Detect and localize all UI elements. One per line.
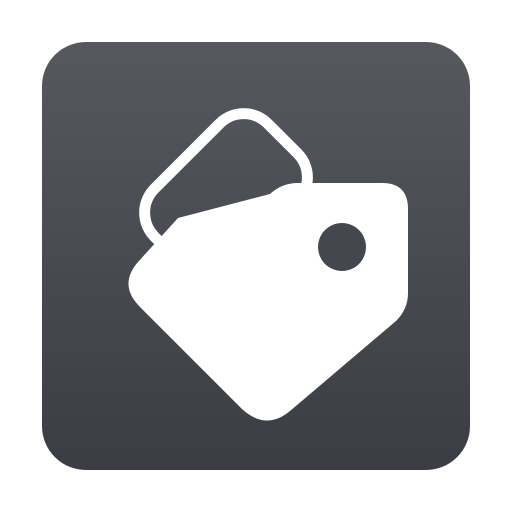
- tag-hole: [318, 223, 366, 271]
- app-icon[interactable]: [0, 0, 512, 512]
- canvas: [0, 0, 512, 512]
